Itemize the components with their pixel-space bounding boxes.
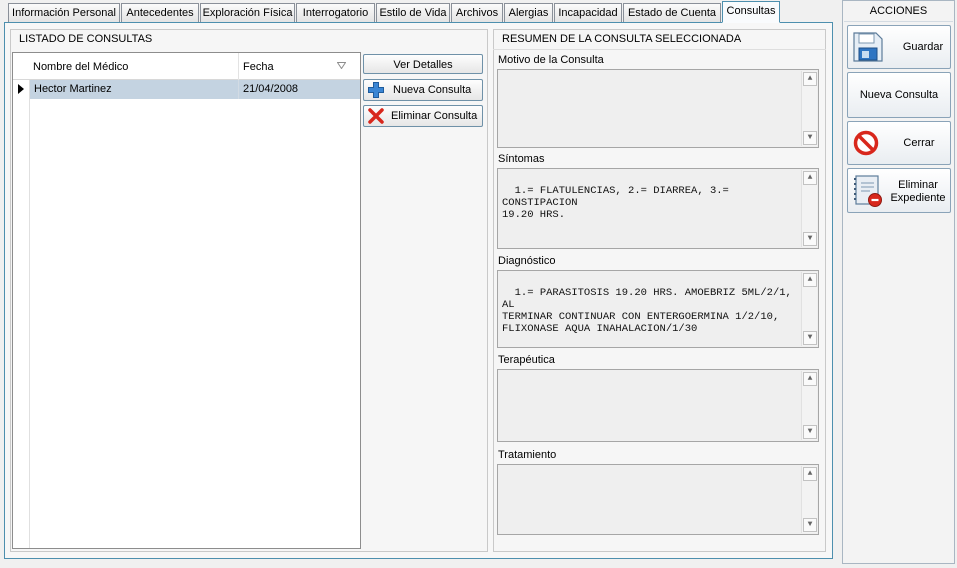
grid-header: Nombre del Médico Fecha	[13, 53, 360, 80]
resumen-title: RESUMEN DE LA CONSULTA SELECCIONADA	[502, 33, 742, 45]
eliminar-consulta-button[interactable]: Eliminar Consulta	[363, 105, 483, 127]
ver-detalles-button[interactable]: Ver Detalles	[363, 54, 483, 74]
no-entry-icon	[853, 130, 879, 156]
tab-estado-de-cuenta[interactable]: Estado de Cuenta	[623, 3, 721, 22]
diagnostico-scrollbar[interactable]: ▲ ▼	[801, 272, 817, 346]
acciones-panel: ACCIONES Guardar Nueva Consulta Cerrar E…	[842, 0, 955, 564]
scroll-down-icon[interactable]: ▼	[803, 518, 817, 532]
tratamiento-field[interactable]: ▲ ▼	[497, 464, 819, 535]
tab-interrogatorio[interactable]: Interrogatorio	[296, 3, 375, 22]
tratamiento-scrollbar[interactable]: ▲ ▼	[801, 466, 817, 533]
column-header-medico[interactable]: Nombre del Médico	[33, 53, 238, 80]
cell-fecha: 21/04/2008	[238, 80, 358, 99]
terapeutica-label: Terapéutica	[498, 354, 555, 366]
nueva-consulta-action-button[interactable]: Nueva Consulta	[847, 72, 951, 118]
red-x-icon	[368, 108, 384, 124]
sort-triangle-icon	[337, 62, 346, 69]
column-header-fecha-label: Fecha	[243, 61, 274, 73]
table-row[interactable]: Hector Martinez 21/04/2008	[30, 80, 360, 99]
divider	[844, 21, 953, 22]
tab-archivos[interactable]: Archivos	[451, 3, 503, 22]
eliminar-consulta-label: Eliminar Consulta	[391, 110, 478, 122]
cerrar-button[interactable]: Cerrar	[847, 121, 951, 165]
notebook-remove-icon	[854, 175, 882, 207]
nueva-consulta-action-label: Nueva Consulta	[859, 89, 939, 101]
sintomas-field[interactable]: 1.= FLATULENCIAS, 2.= DIARREA, 3.= CONST…	[497, 168, 819, 249]
tab-incapacidad[interactable]: Incapacidad	[554, 3, 622, 22]
sintomas-scrollbar[interactable]: ▲ ▼	[801, 170, 817, 247]
motivo-scrollbar[interactable]: ▲ ▼	[801, 71, 817, 146]
listado-title: LISTADO DE CONSULTAS	[19, 33, 153, 45]
guardar-button[interactable]: Guardar	[847, 25, 951, 69]
floppy-disk-icon	[853, 32, 883, 62]
nueva-consulta-button[interactable]: Nueva Consulta	[363, 79, 483, 101]
eliminar-expediente-button[interactable]: Eliminar Expediente	[847, 168, 951, 213]
row-pointer-icon	[18, 84, 24, 94]
column-header-fecha[interactable]: Fecha	[238, 53, 358, 80]
scroll-up-icon[interactable]: ▲	[803, 467, 817, 481]
eliminar-expediente-label: Eliminar Expediente	[886, 179, 950, 205]
scroll-up-icon[interactable]: ▲	[803, 273, 817, 287]
sintomas-label: Síntomas	[498, 153, 545, 165]
nueva-consulta-label: Nueva Consulta	[393, 84, 472, 96]
tratamiento-label: Tratamiento	[498, 449, 557, 461]
guardar-label: Guardar	[902, 41, 944, 53]
tab-estilo-de-vida[interactable]: Estilo de Vida	[376, 3, 450, 22]
tab-antecedentes[interactable]: Antecedentes	[121, 3, 199, 22]
tab-informacion-personal[interactable]: Información Personal	[8, 3, 120, 22]
scroll-down-icon[interactable]: ▼	[803, 425, 817, 439]
sintomas-value: 1.= FLATULENCIAS, 2.= DIARREA, 3.= CONST…	[502, 185, 729, 221]
scroll-up-icon[interactable]: ▲	[803, 171, 817, 185]
diagnostico-value: 1.= PARASITOSIS 19.20 HRS. AMOEBRIZ 5ML/…	[502, 287, 792, 335]
tab-alergias[interactable]: Alergias	[504, 3, 553, 22]
acciones-title: ACCIONES	[869, 5, 928, 17]
ver-detalles-label: Ver Detalles	[393, 59, 453, 71]
motivo-field[interactable]: ▲ ▼	[497, 69, 819, 148]
scroll-up-icon[interactable]: ▲	[803, 372, 817, 386]
tab-consultas[interactable]: Consultas	[722, 1, 780, 23]
scroll-down-icon[interactable]: ▼	[803, 232, 817, 246]
tab-exploracion-fisica[interactable]: Exploración Física	[200, 3, 295, 22]
cell-medico: Hector Martinez	[34, 83, 112, 95]
diagnostico-field[interactable]: 1.= PARASITOSIS 19.20 HRS. AMOEBRIZ 5ML/…	[497, 270, 819, 348]
terapeutica-scrollbar[interactable]: ▲ ▼	[801, 371, 817, 440]
diagnostico-label: Diagnóstico	[498, 255, 556, 267]
scroll-down-icon[interactable]: ▼	[803, 331, 817, 345]
motivo-label: Motivo de la Consulta	[498, 54, 604, 66]
scroll-down-icon[interactable]: ▼	[803, 131, 817, 145]
cerrar-label: Cerrar	[903, 137, 935, 149]
terapeutica-field[interactable]: ▲ ▼	[497, 369, 819, 442]
plus-icon	[368, 82, 384, 98]
consultas-grid[interactable]: Nombre del Médico Fecha Hector Martinez …	[12, 52, 361, 549]
scroll-up-icon[interactable]: ▲	[803, 72, 817, 86]
row-header-column	[13, 53, 30, 548]
eliminar-expediente-label-line1: Eliminar	[898, 179, 938, 191]
eliminar-expediente-label-line2: Expediente	[890, 192, 946, 204]
divider	[493, 49, 826, 50]
